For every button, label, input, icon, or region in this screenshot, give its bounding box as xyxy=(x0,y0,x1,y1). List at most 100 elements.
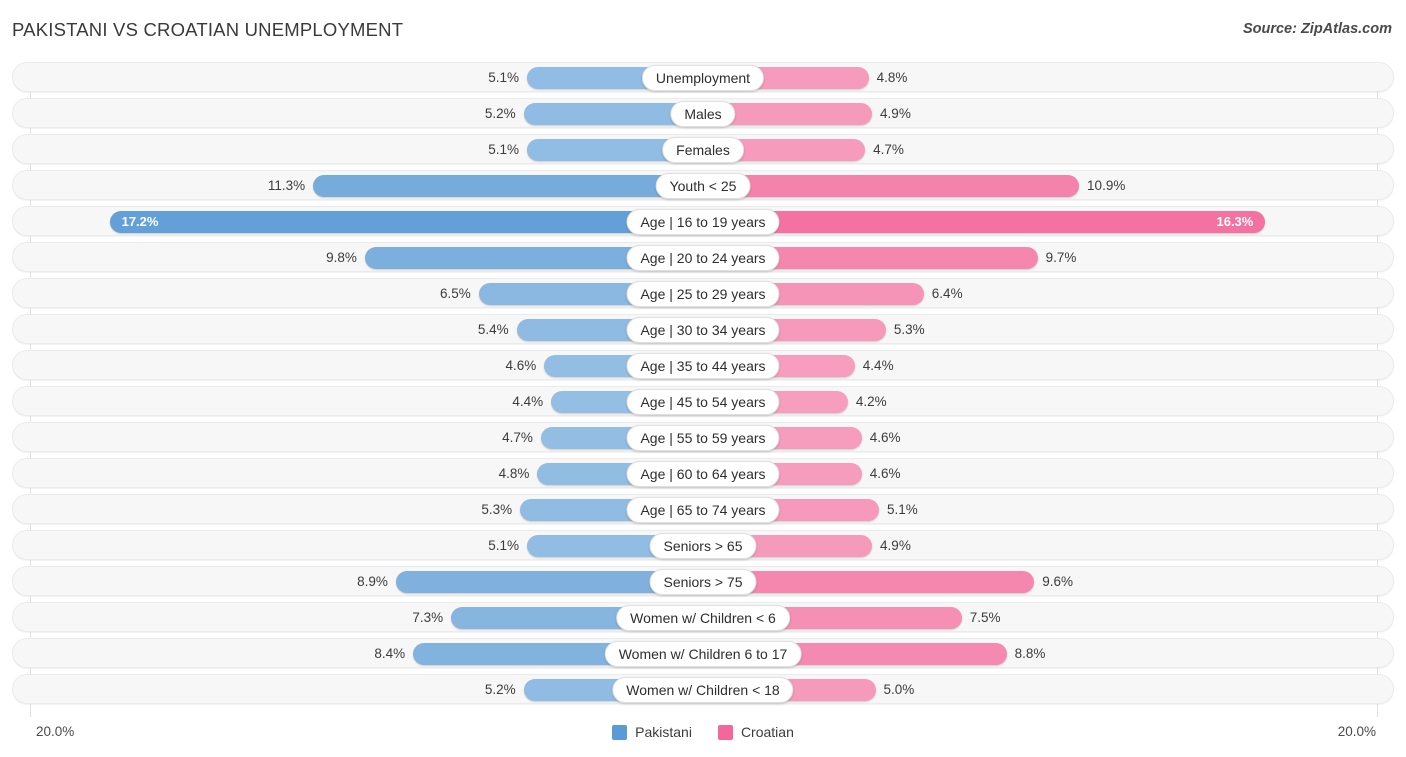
table-row: 17.2% 16.3% Age | 16 to 19 years xyxy=(12,206,1394,236)
table-row: 4.7% 4.6% Age | 55 to 59 years xyxy=(12,422,1394,452)
row-right-half: 4.9% xyxy=(703,99,1393,127)
category-label: Age | 20 to 24 years xyxy=(626,245,780,271)
row-left-half: 5.1% xyxy=(13,135,703,163)
table-row: 5.1% 4.7% Females xyxy=(12,134,1394,164)
bar-value-croatian: 5.3% xyxy=(893,322,925,337)
row-right-half: 4.4% xyxy=(703,351,1393,379)
category-label: Age | 55 to 59 years xyxy=(626,425,780,451)
bar-value-pakistani: 5.2% xyxy=(484,106,516,121)
bar-value-pakistani: 11.3% xyxy=(267,178,306,193)
bar-value-pakistani: 7.3% xyxy=(412,610,444,625)
bar-value-croatian: 9.7% xyxy=(1045,250,1077,265)
table-row: 5.1% 4.8% Unemployment xyxy=(12,62,1394,92)
row-left-half: 5.3% xyxy=(13,495,703,523)
chart-legend: Pakistani Croatian xyxy=(0,724,1406,740)
page-title: PAKISTANI VS CROATIAN UNEMPLOYMENT xyxy=(12,19,404,40)
row-left-half: 8.4% xyxy=(13,639,703,667)
bar-value-pakistani: 6.5% xyxy=(439,286,471,301)
bar-value-pakistani: 5.2% xyxy=(484,682,516,697)
row-right-half: 4.9% xyxy=(703,531,1393,559)
row-left-half: 4.8% xyxy=(13,459,703,487)
bar-value-croatian: 4.9% xyxy=(880,106,911,121)
bar-value-pakistani: 4.6% xyxy=(505,358,537,373)
row-right-half: 5.0% xyxy=(703,675,1393,703)
bar-value-pakistani: 8.4% xyxy=(374,646,406,661)
row-right-half: 6.4% xyxy=(703,279,1393,307)
bar-value-pakistani: 5.1% xyxy=(488,538,520,553)
legend-swatch-icon xyxy=(612,724,628,740)
chart-header: PAKISTANI VS CROATIAN UNEMPLOYMENT Sourc… xyxy=(0,0,1406,62)
chart-plot-area: 5.1% 4.8% Unemployment 5.2% 4.9% Males 5.1% 4.7… xyxy=(0,62,1406,717)
bar-value-pakistani: 17.2% xyxy=(121,214,159,229)
bar-value-croatian: 4.2% xyxy=(855,394,887,409)
category-label: Women w/ Children 6 to 17 xyxy=(604,641,802,667)
row-left-half: 11.3% xyxy=(13,171,703,199)
row-left-half: 5.2% xyxy=(13,99,703,127)
category-label: Age | 45 to 54 years xyxy=(626,389,780,415)
row-right-half: 4.8% xyxy=(703,63,1393,91)
row-right-half: 9.7% xyxy=(703,243,1393,271)
row-left-half: 8.9% xyxy=(13,567,703,595)
bar-rows: 5.1% 4.8% Unemployment 5.2% 4.9% Males 5.1% 4.7… xyxy=(0,62,1406,710)
table-row: 6.5% 6.4% Age | 25 to 29 years xyxy=(12,278,1394,308)
legend-item-croatian[interactable]: Croatian xyxy=(717,724,794,740)
bar-value-pakistani: 4.8% xyxy=(498,466,530,481)
table-row: 5.3% 5.1% Age | 65 to 74 years xyxy=(12,494,1394,524)
category-label: Age | 60 to 64 years xyxy=(626,461,780,487)
bar-value-croatian: 4.4% xyxy=(862,358,894,373)
bar-value-pakistani: 4.4% xyxy=(512,394,544,409)
category-label: Women w/ Children < 6 xyxy=(616,605,790,631)
row-right-half: 4.6% xyxy=(703,459,1393,487)
row-right-half: 4.7% xyxy=(703,135,1393,163)
category-label: Age | 16 to 19 years xyxy=(626,209,780,235)
bar-value-croatian: 4.7% xyxy=(873,142,904,157)
bar-value-croatian: 7.5% xyxy=(969,610,1001,625)
row-left-half: 6.5% xyxy=(13,279,703,307)
table-row: 8.4% 8.8% Women w/ Children 6 to 17 xyxy=(12,638,1394,668)
table-row: 8.9% 9.6% Seniors > 75 xyxy=(12,566,1394,596)
bar-value-croatian: 4.8% xyxy=(876,70,908,85)
row-right-half: 8.8% xyxy=(703,639,1393,667)
row-left-half: 4.7% xyxy=(13,423,703,451)
row-left-half: 5.1% xyxy=(13,63,703,91)
legend-label: Croatian xyxy=(740,724,794,740)
table-row: 4.6% 4.4% Age | 35 to 44 years xyxy=(12,350,1394,380)
bar-value-pakistani: 5.1% xyxy=(488,70,520,85)
bar-value-croatian: 5.1% xyxy=(886,502,918,517)
category-label: Unemployment xyxy=(641,65,765,91)
bar-value-pakistani: 5.1% xyxy=(488,142,520,157)
bar-value-pakistani: 9.8% xyxy=(326,250,357,265)
category-label: Age | 65 to 74 years xyxy=(626,497,780,523)
category-label: Females xyxy=(662,137,744,163)
category-label: Seniors > 75 xyxy=(649,569,757,595)
bar-value-pakistani: 4.7% xyxy=(502,430,533,445)
row-right-half: 4.2% xyxy=(703,387,1393,415)
row-right-half: 9.6% xyxy=(703,567,1393,595)
legend-item-pakistani[interactable]: Pakistani xyxy=(612,724,692,740)
category-label: Seniors > 65 xyxy=(649,533,757,559)
bar-value-croatian: 4.6% xyxy=(869,430,901,445)
category-label: Age | 30 to 34 years xyxy=(626,317,780,343)
row-left-half: 4.6% xyxy=(13,351,703,379)
legend-label: Pakistani xyxy=(635,724,692,740)
bar-value-croatian: 16.3% xyxy=(1216,214,1254,229)
bar-pakistani xyxy=(313,175,703,197)
row-left-half: 9.8% xyxy=(13,243,703,271)
category-label: Males xyxy=(670,101,736,127)
row-right-half: 5.3% xyxy=(703,315,1393,343)
row-right-half: 16.3% xyxy=(703,207,1393,235)
row-left-half: 5.1% xyxy=(13,531,703,559)
bar-croatian xyxy=(703,175,1080,197)
table-row: 7.3% 7.5% Women w/ Children < 6 xyxy=(12,602,1394,632)
bar-value-pakistani: 5.4% xyxy=(477,322,509,337)
bar-value-croatian: 10.9% xyxy=(1087,178,1126,193)
bar-croatian xyxy=(703,211,1266,233)
category-label: Age | 35 to 44 years xyxy=(626,353,780,379)
bar-value-croatian: 5.0% xyxy=(883,682,915,697)
row-right-half: 7.5% xyxy=(703,603,1393,631)
table-row: 5.1% 4.9% Seniors > 65 xyxy=(12,530,1394,560)
category-label: Age | 25 to 29 years xyxy=(626,281,780,307)
row-right-half: 5.1% xyxy=(703,495,1393,523)
table-row: 4.8% 4.6% Age | 60 to 64 years xyxy=(12,458,1394,488)
table-row: 9.8% 9.7% Age | 20 to 24 years xyxy=(12,242,1394,272)
